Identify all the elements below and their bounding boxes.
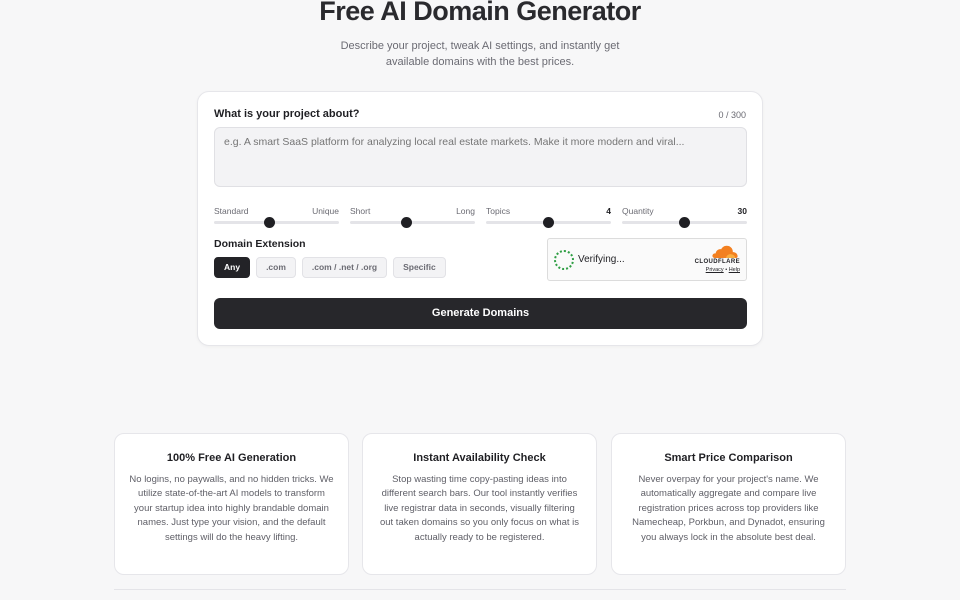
project-question-label: What is your project about? [214, 108, 360, 120]
generate-domains-button[interactable]: Generate Domains [214, 298, 747, 329]
style-slider-min-label: Standard [214, 206, 249, 216]
topics-slider-handle[interactable] [543, 217, 554, 228]
style-slider-max-label: Unique [312, 206, 339, 216]
extension-com-net-org-button[interactable]: .com / .net / .org [301, 257, 388, 278]
captcha-status: Verifying... [578, 254, 625, 265]
domain-extension-label: Domain Extension [214, 238, 306, 250]
quantity-slider[interactable]: Quantity 30 [622, 206, 747, 228]
extension-any-button[interactable]: Any [214, 257, 251, 278]
feature-card-pricing: Smart Price Comparison Never overpay for… [611, 433, 846, 575]
feature-card-free: 100% Free AI Generation No logins, no pa… [114, 433, 349, 575]
topics-slider-label: Topics [486, 206, 511, 216]
style-slider-handle[interactable] [263, 217, 275, 228]
cloudflare-wordmark: CLOUDFLARE [694, 259, 740, 265]
topics-slider[interactable]: Topics 4 [486, 206, 611, 228]
quantity-slider-label: Quantity [622, 206, 654, 216]
generator-form-card: What is your project about? 0 / 300 Stan… [197, 91, 763, 346]
cloudflare-cloud-icon [712, 245, 738, 258]
feature-card-availability: Instant Availability Check Stop wasting … [362, 433, 597, 575]
link-separator: • [725, 267, 728, 273]
quantity-slider-handle[interactable] [679, 217, 690, 228]
length-slider-track[interactable] [350, 221, 475, 224]
style-slider[interactable]: Standard Unique [214, 206, 339, 228]
style-slider-track[interactable] [214, 221, 339, 224]
length-slider-min-label: Short [350, 206, 371, 216]
cloudflare-captcha-widget[interactable]: Verifying... CLOUDFLARE Privacy • Help [547, 238, 747, 281]
privacy-link[interactable]: Privacy [706, 267, 724, 273]
page-title: Free AI Domain Generator [319, 0, 641, 26]
quantity-slider-value: 30 [737, 206, 747, 216]
extension-specific-button[interactable]: Specific [393, 257, 446, 278]
project-description-input[interactable] [214, 127, 747, 187]
loading-spinner-icon [554, 250, 574, 270]
section-divider [114, 589, 846, 590]
feature-title: Smart Price Comparison [664, 452, 793, 464]
feature-title: Instant Availability Check [413, 452, 546, 464]
feature-body: Never overpay for your project's name. W… [632, 474, 825, 543]
length-slider[interactable]: Short Long [350, 206, 475, 228]
extension-options: Any .com .com / .net / .org Specific [214, 257, 446, 278]
feature-body: Stop wasting time copy-pasting ideas int… [379, 474, 580, 543]
captcha-links: Privacy • Help [706, 267, 740, 273]
length-slider-handle[interactable] [400, 217, 412, 228]
topics-slider-value: 4 [606, 206, 611, 216]
help-link[interactable]: Help [729, 267, 740, 273]
feature-title: 100% Free AI Generation [166, 452, 297, 464]
page-subtitle: Describe your project, tweak AI settings… [340, 40, 620, 68]
extension-com-button[interactable]: .com [256, 257, 296, 278]
character-counter: 0 / 300 [718, 110, 746, 120]
feature-body: No logins, no paywalls, and no hidden tr… [129, 474, 334, 543]
length-slider-max-label: Long [456, 206, 475, 216]
